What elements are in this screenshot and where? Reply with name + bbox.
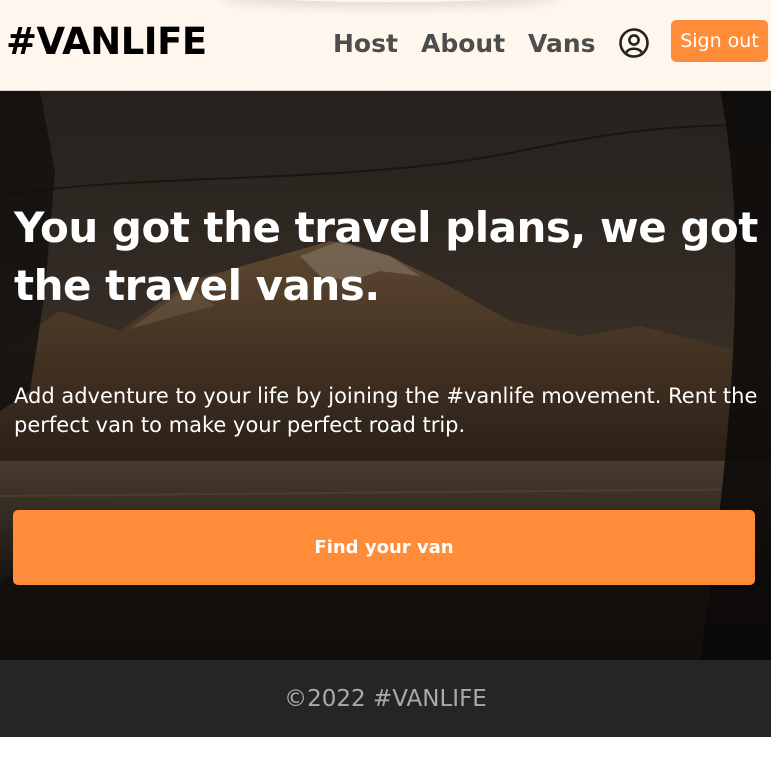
site-footer: ©2022 #VANLIFE bbox=[0, 660, 771, 737]
hero-subtitle: Add adventure to your life by joining th… bbox=[14, 384, 758, 437]
site-header: #VANLIFE Host About Vans Sign out bbox=[0, 0, 771, 91]
find-your-van-button[interactable]: Find your van bbox=[13, 510, 755, 585]
nav-link-about[interactable]: About bbox=[421, 28, 505, 60]
sign-out-button[interactable]: Sign out bbox=[671, 20, 768, 62]
nav-link-vans[interactable]: Vans bbox=[528, 28, 596, 60]
nav-link-host[interactable]: Host bbox=[333, 28, 398, 60]
hero-title: You got the travel plans, we got the tra… bbox=[14, 203, 758, 310]
hero-section: You got the travel plans, we got the tra… bbox=[0, 91, 771, 660]
footer-copyright: ©2022 #VANLIFE bbox=[284, 685, 487, 712]
user-circle-icon[interactable] bbox=[618, 27, 650, 59]
header-shadow-decoration bbox=[220, 0, 560, 2]
site-logo[interactable]: #VANLIFE bbox=[6, 18, 207, 66]
